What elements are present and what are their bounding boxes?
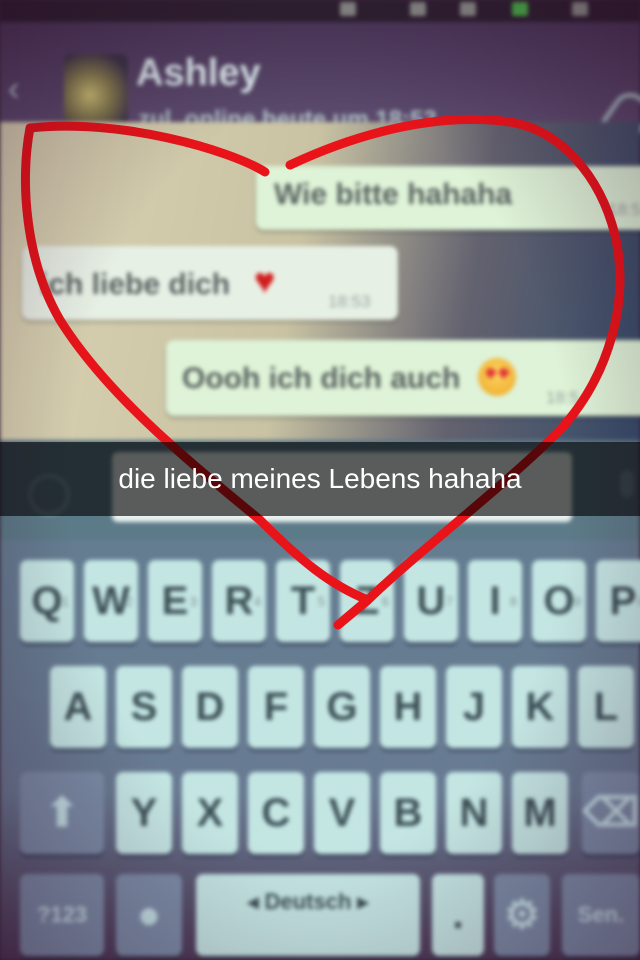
heart-outline [20,114,625,630]
photo-of-phone-screen: ‹ Ashley zul. online heute um 18:53 Wie … [0,0,640,960]
caption-bar: die liebe meines Lebens hahaha [0,442,640,516]
caption-text: die liebe meines Lebens hahaha [118,463,522,494]
